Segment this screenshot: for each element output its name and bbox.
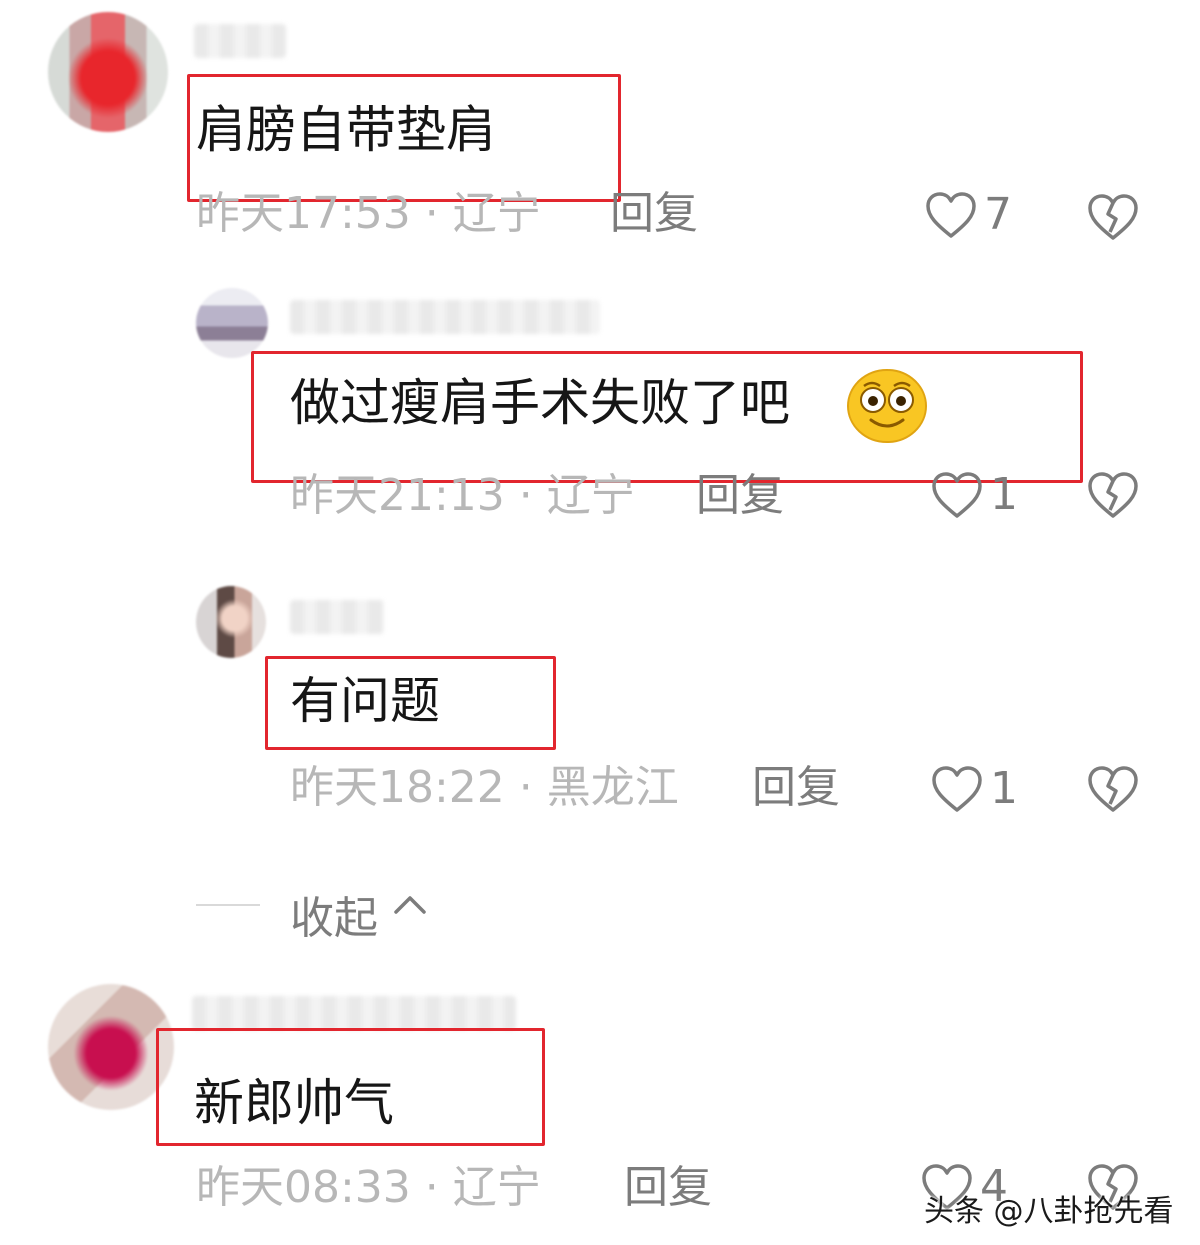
comment-text: 有问题 bbox=[290, 672, 440, 730]
comment-text: 新郎帅气 bbox=[194, 1074, 394, 1132]
heart-outline-icon bbox=[932, 472, 982, 518]
like-count: 1 bbox=[990, 763, 1018, 814]
avatar[interactable] bbox=[48, 12, 168, 132]
broken-heart-icon[interactable] bbox=[1086, 470, 1140, 520]
reply-button[interactable]: 回复 bbox=[624, 1166, 712, 1210]
divider bbox=[196, 904, 260, 906]
broken-heart-icon[interactable] bbox=[1086, 764, 1140, 814]
collapse-replies-button[interactable]: 收起 bbox=[290, 882, 378, 946]
like-count: 1 bbox=[990, 469, 1018, 520]
flushed-emoji-icon bbox=[847, 369, 927, 443]
avatar[interactable] bbox=[196, 586, 266, 658]
chevron-up-icon[interactable] bbox=[392, 890, 428, 918]
comment-meta: 昨天21:13 · 辽宁 bbox=[290, 470, 635, 521]
comment-text: 肩膀自带垫肩 bbox=[196, 101, 496, 159]
comment-text: 做过瘦肩手术失败了吧 bbox=[290, 374, 790, 432]
username-blurred[interactable] bbox=[290, 300, 600, 334]
avatar[interactable] bbox=[196, 288, 268, 358]
comment-meta: 昨天17:53 · 辽宁 bbox=[196, 188, 541, 239]
like-button[interactable]: 7 bbox=[924, 190, 1012, 240]
comment-meta: 昨天18:22 · 黑龙江 bbox=[290, 762, 679, 813]
username-blurred[interactable] bbox=[194, 24, 286, 58]
username-blurred[interactable] bbox=[192, 996, 516, 1030]
like-count: 7 bbox=[984, 189, 1012, 240]
broken-heart-icon[interactable] bbox=[1086, 192, 1140, 242]
watermark: 头条 @八卦抢先看 bbox=[924, 1194, 1174, 1229]
like-button[interactable]: 1 bbox=[930, 764, 1018, 814]
reply-button[interactable]: 回复 bbox=[610, 192, 698, 236]
heart-outline-icon bbox=[926, 192, 976, 238]
username-blurred[interactable] bbox=[290, 600, 384, 634]
like-button[interactable]: 1 bbox=[930, 470, 1018, 520]
heart-outline-icon bbox=[932, 766, 982, 812]
reply-button[interactable]: 回复 bbox=[696, 474, 784, 518]
comment-meta: 昨天08:33 · 辽宁 bbox=[196, 1162, 541, 1213]
reply-button[interactable]: 回复 bbox=[752, 766, 840, 810]
